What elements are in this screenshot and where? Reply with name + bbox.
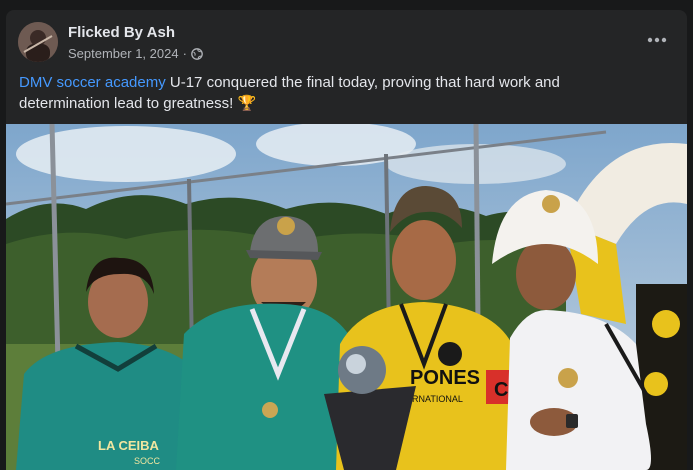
more-options-icon[interactable] xyxy=(639,26,675,54)
post-card: Flicked By Ash September 1, 2024 · DMV s… xyxy=(6,10,687,470)
caption-tag-link[interactable]: DMV soccer academy xyxy=(19,74,166,91)
globe-icon xyxy=(191,47,203,60)
author-avatar[interactable] xyxy=(18,22,58,62)
post-date[interactable]: September 1, 2024 xyxy=(68,46,179,61)
jersey-text-left: LA CEIBA xyxy=(98,438,160,453)
author-name[interactable]: Flicked By Ash xyxy=(68,24,175,41)
captain-band: C xyxy=(494,379,508,401)
post-header: Flicked By Ash September 1, 2024 · xyxy=(18,22,675,66)
post-caption: DMV soccer academy U-17 conquered the fi… xyxy=(19,72,619,114)
jersey-text-center: PONES xyxy=(410,367,480,389)
post-meta: September 1, 2024 · xyxy=(68,46,203,61)
meta-separator: · xyxy=(182,46,187,61)
post-photo[interactable]: LA CEIBA SOCC PONES ERNATIONAL C xyxy=(6,124,687,470)
trophy-emoji: 🏆 xyxy=(237,95,257,112)
jersey-text-center-sub: ERNATIONAL xyxy=(406,394,463,404)
